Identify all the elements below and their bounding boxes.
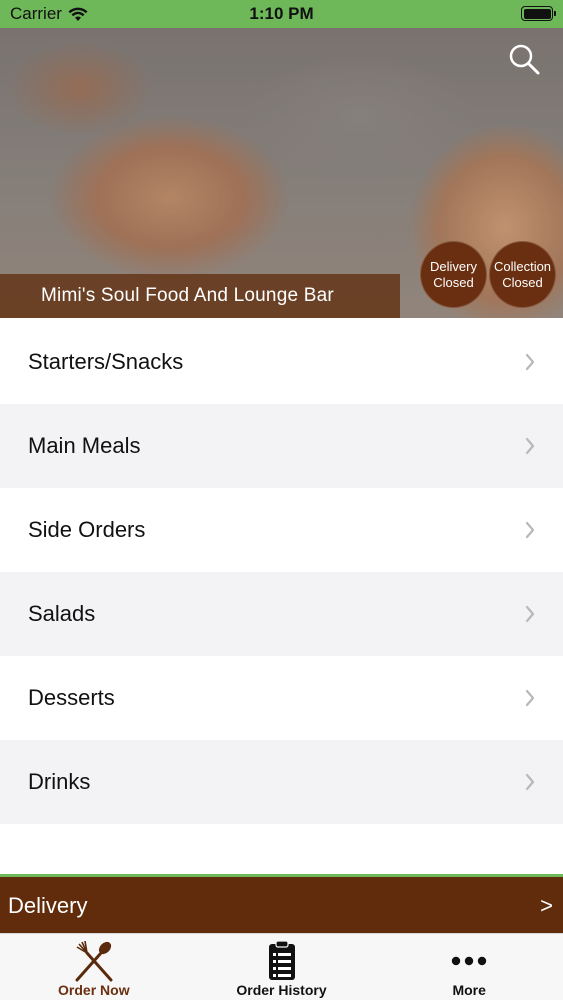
- delivery-status-value: Closed: [433, 274, 474, 290]
- tab-more[interactable]: More: [375, 934, 563, 1000]
- clipboard-list-icon: [268, 940, 295, 980]
- menu-item-label: Starters/Snacks: [28, 349, 184, 374]
- chevron-right-icon: [525, 773, 535, 791]
- restaurant-title-band: Mimi's Soul Food And Lounge Bar: [0, 274, 400, 318]
- battery-icon: [521, 6, 556, 21]
- chevron-right-icon: [525, 353, 535, 371]
- collection-status-title: Collection: [493, 258, 552, 274]
- menu-item-side-orders[interactable]: Side Orders: [0, 488, 563, 572]
- delivery-mode-button[interactable]: Delivery >: [0, 874, 563, 933]
- collection-status-value: Closed: [502, 274, 543, 290]
- chevron-right-icon: [525, 437, 535, 455]
- hero-banner: Mimi's Soul Food And Lounge Bar Delivery…: [0, 28, 563, 318]
- spoon-fork-icon: [75, 940, 113, 982]
- menu-item-label: Salads: [28, 601, 96, 626]
- menu-item-main-meals[interactable]: Main Meals: [0, 404, 563, 488]
- menu-item-label: Main Meals: [28, 433, 141, 458]
- menu-item-salads[interactable]: Salads: [0, 572, 563, 656]
- tab-label: Order History: [236, 982, 327, 998]
- tab-bar: Order Now Order History More: [0, 933, 563, 1000]
- menu-item-label: Desserts: [28, 685, 115, 710]
- menu-item-label: Drinks: [28, 769, 91, 794]
- menu-item-drinks[interactable]: Drinks: [0, 740, 563, 824]
- tab-order-history[interactable]: Order History: [188, 934, 376, 1000]
- delivery-mode-label: Delivery: [8, 893, 88, 918]
- tab-order-now[interactable]: Order Now: [0, 934, 188, 1000]
- status-bar: Carrier 1:10 PM: [0, 0, 563, 28]
- delivery-status-title: Delivery: [430, 258, 477, 274]
- chevron-right-icon: [525, 521, 535, 539]
- delivery-arrow-icon: >: [540, 893, 553, 918]
- menu-category-list: Starters/Snacks Main Meals Side Orders S…: [0, 320, 563, 824]
- collection-status-badge: Collection Closed: [489, 241, 556, 308]
- menu-item-starters-snacks[interactable]: Starters/Snacks: [0, 320, 563, 404]
- restaurant-name: Mimi's Soul Food And Lounge Bar: [41, 285, 334, 306]
- menu-item-desserts[interactable]: Desserts: [0, 656, 563, 740]
- delivery-status-badge: Delivery Closed: [420, 241, 487, 308]
- tab-label: Order Now: [58, 982, 130, 998]
- clock: 1:10 PM: [249, 4, 314, 23]
- search-icon[interactable]: [507, 42, 541, 76]
- more-dots-icon: [451, 956, 487, 966]
- menu-item-label: Side Orders: [28, 517, 146, 542]
- tab-label: More: [452, 982, 486, 998]
- chevron-right-icon: [525, 689, 535, 707]
- chevron-right-icon: [525, 605, 535, 623]
